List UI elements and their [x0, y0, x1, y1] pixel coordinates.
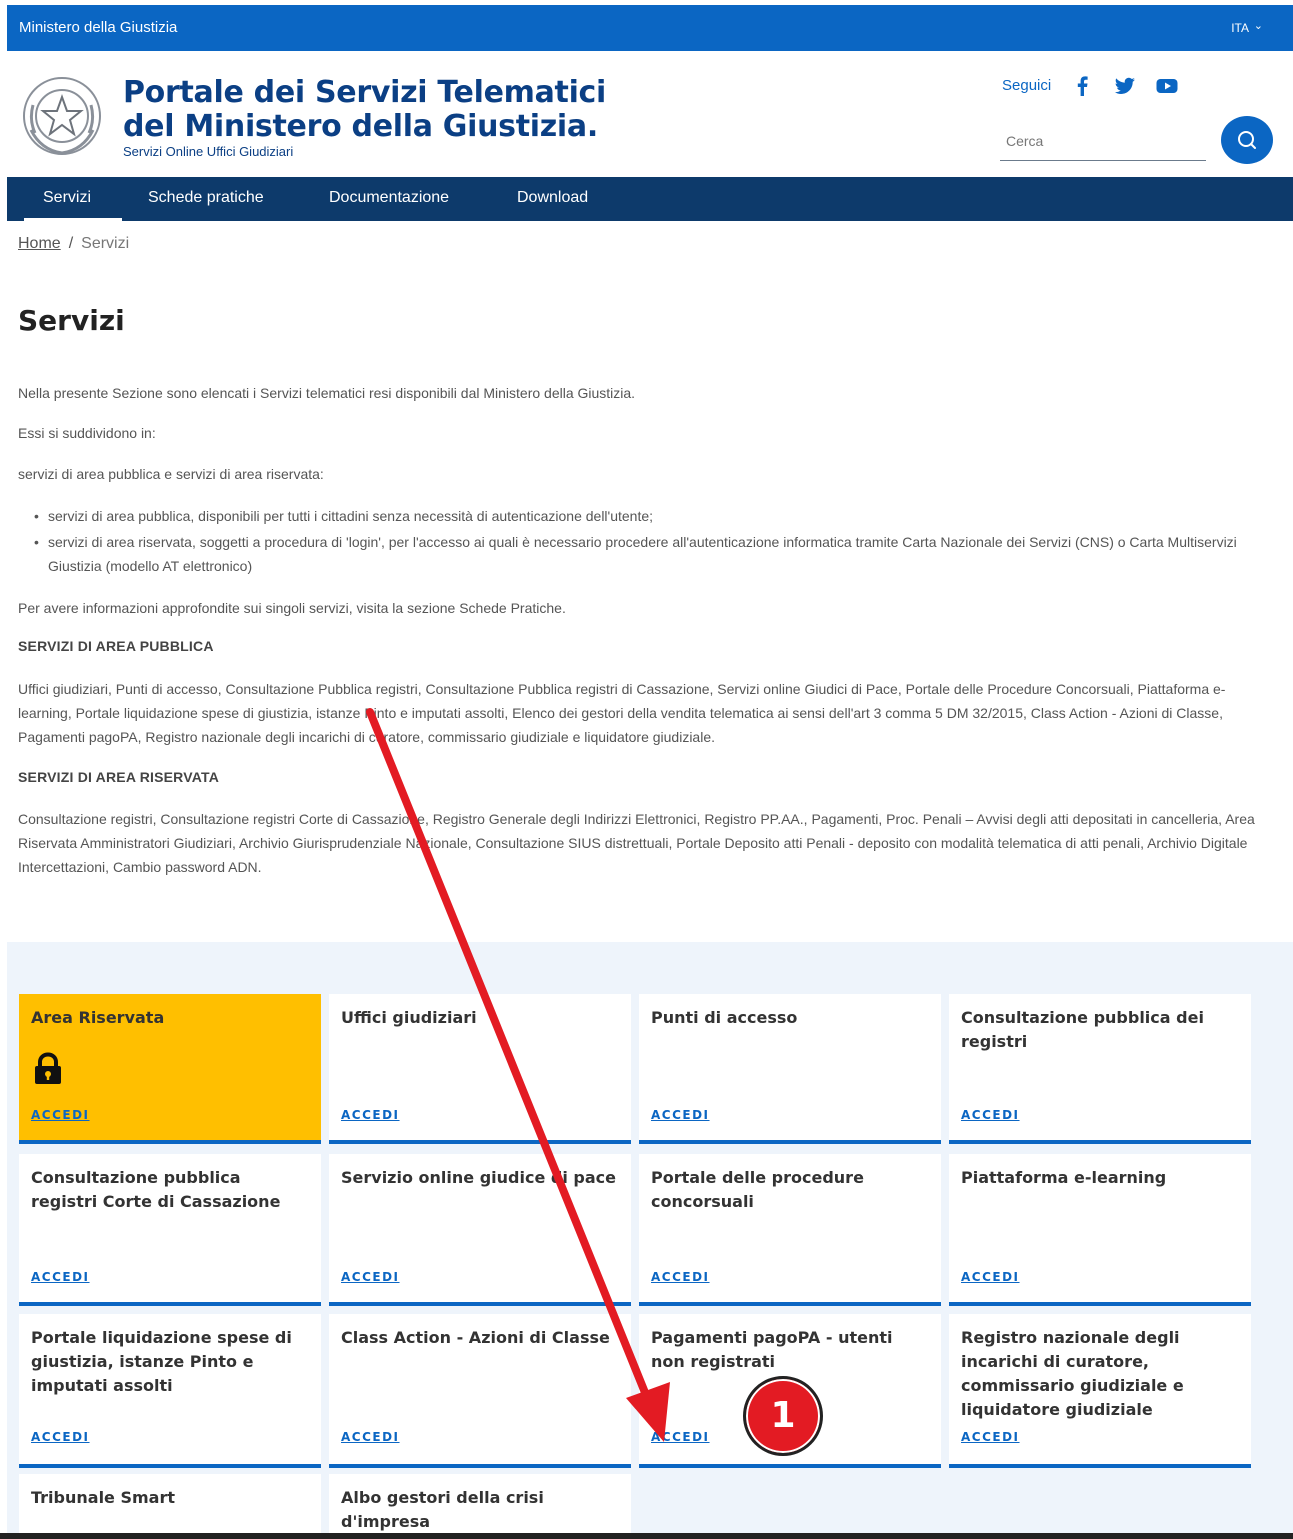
breadcrumb: Home / Servizi [18, 235, 129, 253]
accedi-link[interactable]: ACCEDI [31, 1108, 90, 1122]
accedi-link[interactable]: ACCEDI [651, 1430, 710, 1444]
card-area-riservata[interactable]: Area Riservata ACCEDI [19, 994, 321, 1144]
top-bar: Ministero della Giustizia ITA ⌄ [7, 5, 1293, 51]
card-procedure-concorsuali[interactable]: Portale delle procedure concorsuali ACCE… [639, 1154, 941, 1306]
card-liquidazione-spese[interactable]: Portale liquidazione spese di giustizia,… [19, 1314, 321, 1468]
nav-item-schede-pratiche[interactable]: Schede pratiche [148, 189, 264, 207]
accedi-link[interactable]: ACCEDI [961, 1108, 1020, 1122]
site-header: Portale dei Servizi Telematici del Minis… [7, 51, 1293, 177]
accedi-link[interactable]: ACCEDI [961, 1270, 1020, 1284]
follow-label: Seguici [1002, 77, 1052, 94]
breadcrumb-current: Servizi [81, 235, 130, 252]
card-giudice-di-pace[interactable]: Servizio online giudice di pace ACCEDI [329, 1154, 631, 1306]
accedi-link[interactable]: ACCEDI [961, 1430, 1020, 1444]
card-title: Uffici giudiziari [341, 1008, 477, 1027]
card-punti-di-accesso[interactable]: Punti di accesso ACCEDI [639, 994, 941, 1144]
nav-item-documentazione[interactable]: Documentazione [329, 189, 449, 207]
portal-title-line-1[interactable]: Portale dei Servizi Telematici [123, 75, 606, 110]
accedi-link[interactable]: ACCEDI [31, 1270, 90, 1284]
language-selector[interactable]: ITA [1231, 21, 1249, 35]
chevron-down-icon[interactable]: ⌄ [1254, 19, 1263, 32]
info-paragraph: Per avere informazioni approfondite sui … [18, 600, 566, 616]
card-title: Servizio online giudice di pace [341, 1168, 616, 1187]
lock-icon [35, 1052, 61, 1084]
nav-active-indicator [24, 218, 122, 221]
card-consultazione-cassazione[interactable]: Consultazione pubblica registri Corte di… [19, 1154, 321, 1306]
nav-item-download[interactable]: Download [517, 189, 588, 207]
search-input[interactable] [1000, 121, 1206, 161]
search-icon [1238, 131, 1256, 149]
card-title: Piattaforma e-learning [961, 1168, 1167, 1187]
card-tribunale-smart[interactable]: Tribunale Smart [19, 1474, 321, 1539]
accedi-link[interactable]: ACCEDI [341, 1430, 400, 1444]
card-title: Consultazione pubblica dei registri [961, 1008, 1204, 1051]
youtube-icon[interactable] [1155, 75, 1179, 97]
types-paragraph: servizi di area pubblica e servizi di ar… [18, 466, 324, 482]
divided-paragraph: Essi si suddividono in: [18, 425, 156, 441]
card-title: Portale liquidazione spese di giustizia,… [31, 1328, 292, 1395]
page-title: Servizi [18, 304, 125, 337]
card-consultazione-pubblica-registri[interactable]: Consultazione pubblica dei registri ACCE… [949, 994, 1251, 1144]
facebook-icon[interactable] [1071, 75, 1095, 97]
italian-republic-emblem-icon[interactable] [21, 75, 103, 157]
list-item: servizi di area riservata, soggetti a pr… [34, 530, 1278, 578]
main-nav: Servizi Schede pratiche Documentazione D… [7, 177, 1293, 221]
card-registro-incarichi[interactable]: Registro nazionale degli incarichi di cu… [949, 1314, 1251, 1468]
list-item: servizi di area pubblica, disponibili pe… [34, 504, 1278, 528]
card-uffici-giudiziari[interactable]: Uffici giudiziari ACCEDI [329, 994, 631, 1144]
accedi-link[interactable]: ACCEDI [341, 1270, 400, 1284]
ministry-link[interactable]: Ministero della Giustizia [19, 19, 177, 36]
step-marker-number: 1 [770, 1395, 796, 1436]
card-piattaforma-e-learning[interactable]: Piattaforma e-learning ACCEDI [949, 1154, 1251, 1306]
card-title: Punti di accesso [651, 1008, 798, 1027]
card-class-action[interactable]: Class Action - Azioni di Classe ACCEDI [329, 1314, 631, 1468]
twitter-icon[interactable] [1113, 75, 1137, 97]
search-button[interactable] [1221, 116, 1273, 164]
card-title: Consultazione pubblica registri Corte di… [31, 1168, 281, 1211]
card-title: Registro nazionale degli incarichi di cu… [961, 1328, 1184, 1419]
accedi-link[interactable]: ACCEDI [651, 1270, 710, 1284]
card-title: Area Riservata [31, 1008, 165, 1027]
portal-title-line-2[interactable]: del Ministero della Giustizia. [123, 109, 598, 144]
accedi-link[interactable]: ACCEDI [651, 1108, 710, 1122]
nav-item-servizi[interactable]: Servizi [43, 189, 91, 207]
accedi-link[interactable]: ACCEDI [31, 1430, 90, 1444]
accedi-link[interactable]: ACCEDI [341, 1108, 400, 1122]
card-albo-gestori-crisi[interactable]: Albo gestori della crisi d'impresa [329, 1474, 631, 1539]
public-services-heading: SERVIZI DI AREA PUBBLICA [18, 638, 214, 654]
step-marker: 1 [743, 1376, 823, 1456]
breadcrumb-separator: / [68, 235, 74, 252]
public-services-text: Uffici giudiziari, Punti di accesso, Con… [18, 681, 1226, 745]
card-title: Class Action - Azioni di Classe [341, 1328, 610, 1347]
card-title: Pagamenti pagoPA - utenti non registrati [651, 1328, 893, 1371]
card-title: Albo gestori della crisi d'impresa [341, 1488, 544, 1531]
page-bottom-edge [0, 1533, 1293, 1539]
intro-paragraph: Nella presente Sezione sono elencati i S… [18, 385, 636, 401]
card-title: Portale delle procedure concorsuali [651, 1168, 864, 1211]
reserved-services-text: Consultazione registri, Consultazione re… [18, 811, 1255, 875]
portal-subtitle: Servizi Online Uffici Giudiziari [123, 144, 294, 159]
reserved-services-heading: SERVIZI DI AREA RISERVATA [18, 769, 220, 785]
breadcrumb-home-link[interactable]: Home [18, 235, 61, 252]
card-title: Tribunale Smart [31, 1488, 175, 1507]
